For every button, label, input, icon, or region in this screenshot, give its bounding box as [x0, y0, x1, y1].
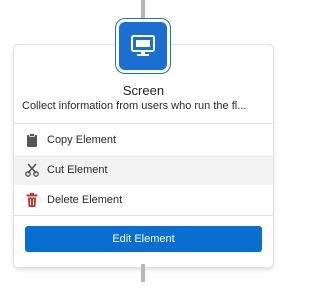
- cut-element-menu-item[interactable]: Cut Element: [14, 155, 273, 185]
- screen-icon: [131, 35, 155, 56]
- node-title: Screen: [122, 83, 165, 98]
- copy-element-label: Copy Element: [47, 134, 117, 146]
- flow-connector-bottom: [141, 264, 145, 282]
- node-description: Collect information from users who run t…: [22, 100, 247, 112]
- delete-element-menu-item[interactable]: Delete Element: [14, 185, 273, 215]
- trash-icon: [25, 193, 39, 207]
- edit-element-button[interactable]: Edit Element: [25, 226, 262, 252]
- screen-node-icon[interactable]: [119, 22, 167, 70]
- divider: [14, 215, 273, 216]
- divider: [14, 123, 273, 124]
- cut-element-label: Cut Element: [47, 164, 108, 176]
- copy-element-menu-item[interactable]: Copy Element: [14, 125, 273, 155]
- clipboard-icon: [25, 133, 39, 147]
- delete-element-label: Delete Element: [47, 194, 123, 206]
- scissors-icon: [25, 163, 39, 177]
